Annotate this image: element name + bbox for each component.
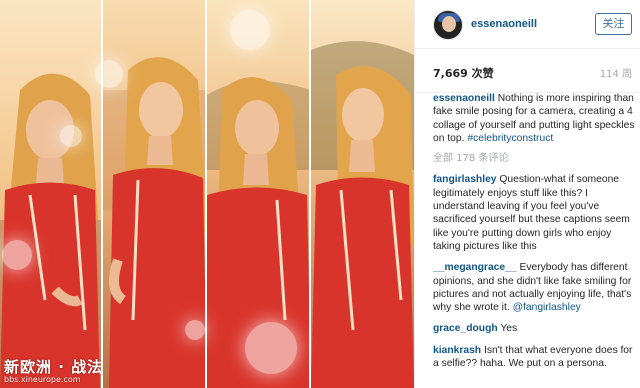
- post-header: essenaoneill 关注: [415, 0, 640, 49]
- comment-username[interactable]: __megangrace__: [433, 262, 517, 273]
- watermark-url: bbs.xineurope.com: [4, 375, 81, 384]
- likes-row: 7,669 次赞 114 周: [415, 49, 640, 93]
- post-sidebar: essenaoneill 关注 7,669 次赞 114 周 essenaone…: [414, 0, 640, 388]
- header-username[interactable]: essenaoneill: [471, 18, 537, 30]
- comment-mention[interactable]: @fangirlashley: [513, 302, 581, 313]
- comment-username[interactable]: grace_dough: [433, 323, 498, 334]
- comment-username[interactable]: kiankrash: [433, 345, 481, 356]
- caption-username[interactable]: essenaoneill: [433, 93, 495, 104]
- comment-item: grace_dough Yes: [433, 322, 637, 335]
- avatar[interactable]: [433, 10, 463, 40]
- comment-text: Question-what if someone legitimately en…: [433, 174, 630, 252]
- view-all-comments-link[interactable]: 全部 178 条评论: [433, 152, 637, 165]
- post-photo[interactable]: 新欧洲 · 战法 bbs.xineurope.com: [0, 0, 414, 388]
- woman-photo-4: [311, 0, 414, 388]
- comment-item: __megangrace__ Everybody has different o…: [433, 261, 637, 314]
- follow-button[interactable]: 关注: [595, 13, 632, 35]
- collage-panel-1: [0, 0, 103, 388]
- comment-list: essenaoneill Nothing is more inspiring t…: [433, 92, 637, 378]
- comment-item: kiankrash Isn't that what everyone does …: [433, 344, 637, 371]
- site-watermark: 新欧洲 · 战法 bbs.xineurope.com: [4, 359, 103, 384]
- comment-item: fangirlashley Question-what if someone l…: [433, 173, 637, 253]
- collage-panel-4: [311, 0, 414, 388]
- comment-username[interactable]: fangirlashley: [433, 174, 497, 185]
- likes-count[interactable]: 7,669 次赞: [433, 65, 494, 81]
- light-speckle: [2, 240, 32, 270]
- light-speckle: [245, 322, 297, 374]
- post-time[interactable]: 114 周: [600, 65, 632, 80]
- watermark-main: 新欧洲 · 战法: [4, 358, 104, 376]
- caption: essenaoneill Nothing is more inspiring t…: [433, 92, 637, 145]
- woman-photo-1: [0, 0, 101, 388]
- light-speckle: [230, 10, 270, 50]
- avatar-face: [442, 16, 456, 32]
- comment-text: Yes: [500, 323, 518, 335]
- caption-hashtag[interactable]: #celebrityconstruct: [467, 133, 553, 144]
- light-speckle: [95, 60, 123, 88]
- light-speckle: [60, 125, 82, 147]
- light-speckle: [185, 320, 205, 340]
